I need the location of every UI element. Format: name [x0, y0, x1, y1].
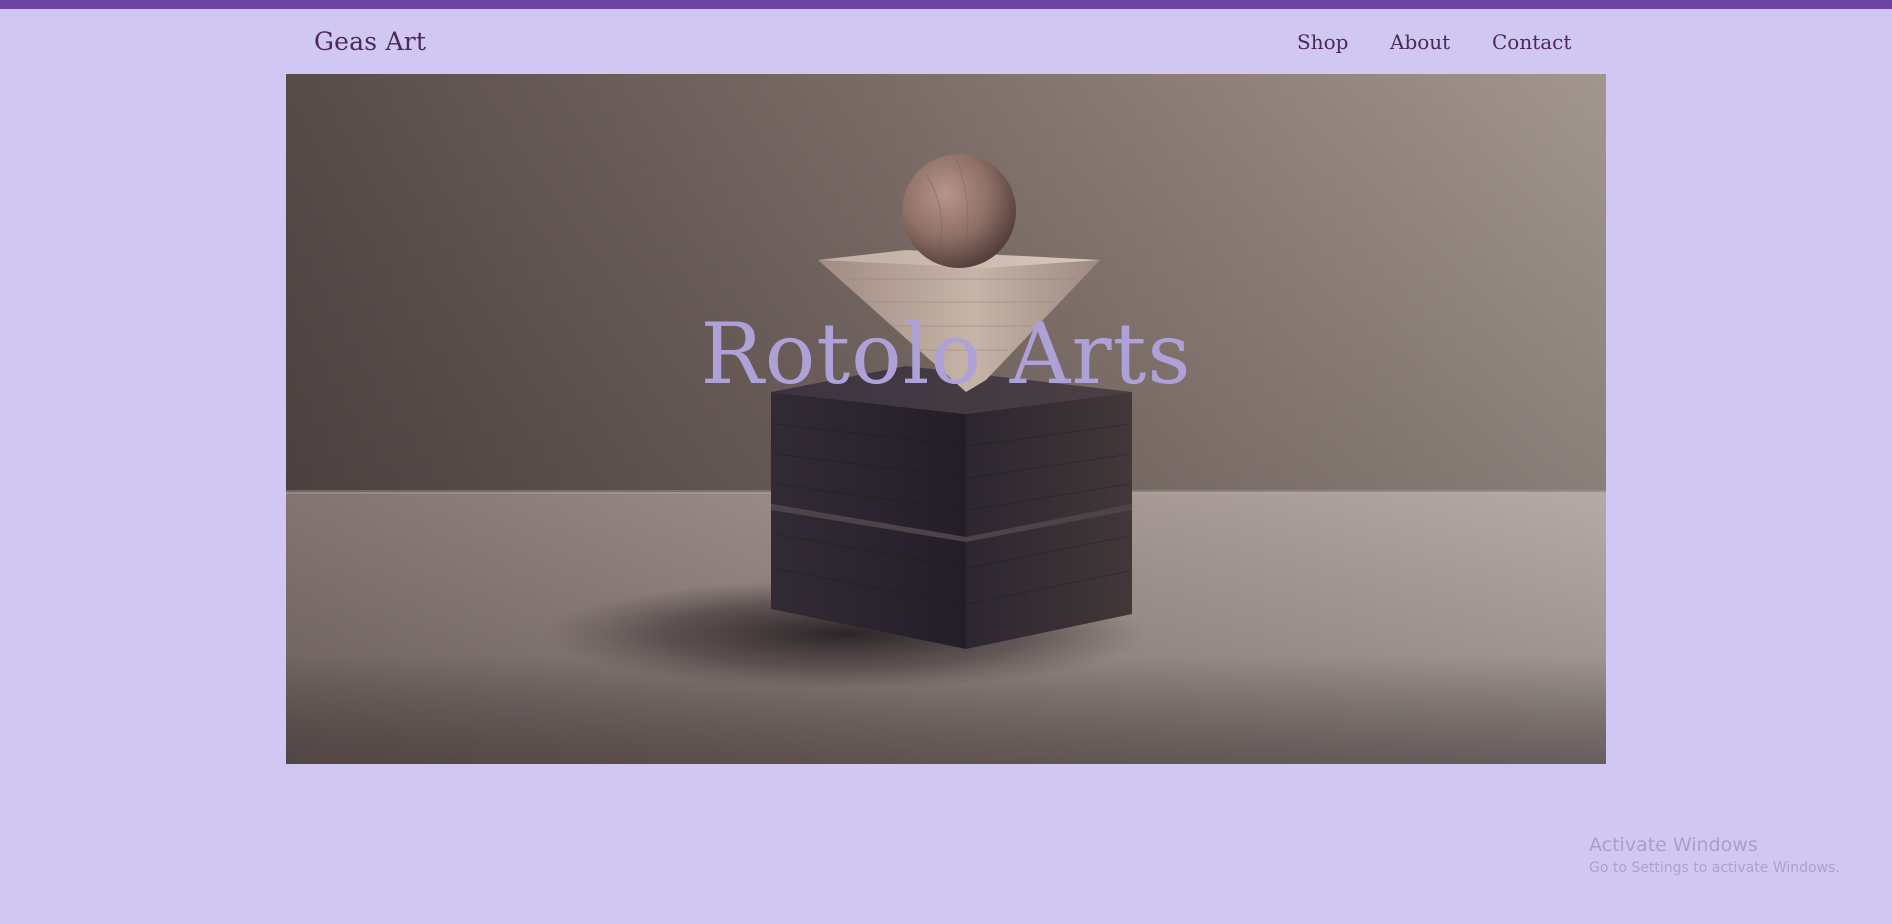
- site-logo[interactable]: Geas Art: [314, 27, 426, 56]
- nav-link-shop[interactable]: Shop: [1297, 30, 1348, 54]
- nav-link-about[interactable]: About: [1390, 30, 1450, 54]
- windows-activation-title: Activate Windows: [1589, 834, 1758, 856]
- site-header: Geas Art Shop About Contact: [0, 9, 1892, 73]
- hero-title: Rotolo Arts: [700, 305, 1192, 403]
- top-accent-bar: [0, 0, 1892, 9]
- nav-link-contact[interactable]: Contact: [1492, 30, 1571, 54]
- hero-banner: Rotolo Arts: [286, 74, 1606, 764]
- hero-image: [286, 74, 1606, 764]
- windows-activation-subtitle: Go to Settings to activate Windows.: [1589, 860, 1840, 876]
